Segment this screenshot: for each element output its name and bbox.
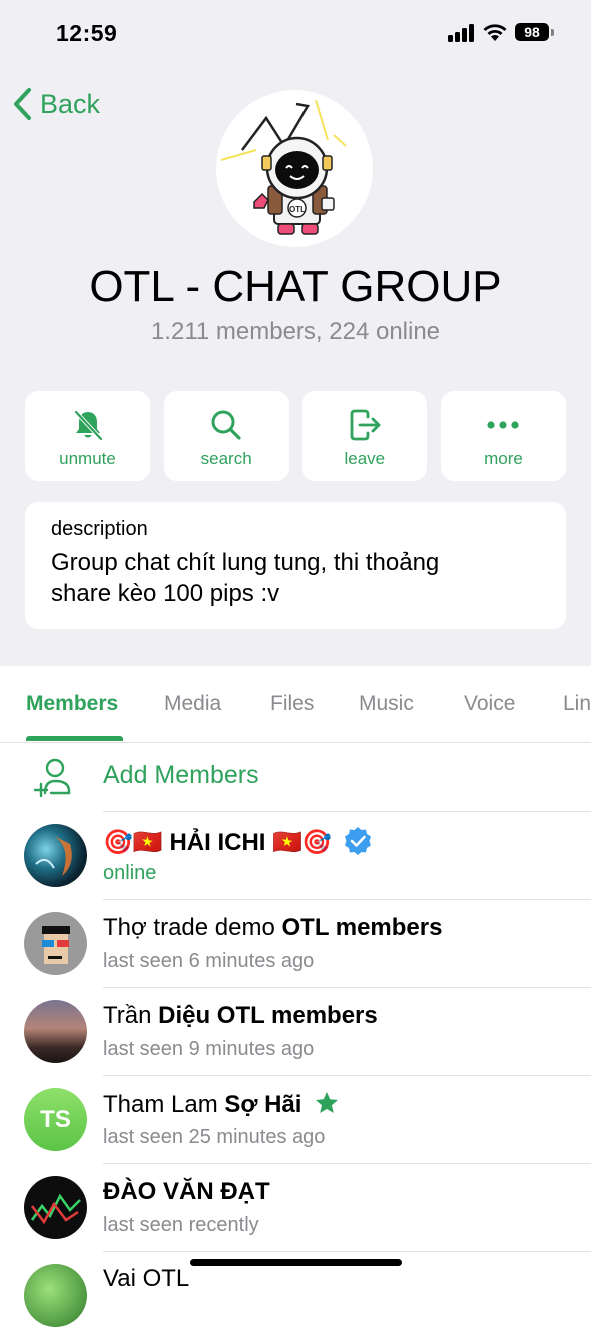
leave-button[interactable]: leave <box>302 391 428 481</box>
back-button[interactable]: Back <box>12 86 100 122</box>
leave-icon <box>350 409 381 441</box>
member-name-normal: Thợ trade demo <box>103 914 282 941</box>
cellular-signal-icon <box>448 24 476 42</box>
profile-tabs: Members Media Files Music Voice Links <box>0 666 591 743</box>
member-name: ĐÀO VĂN ĐẠT <box>103 1178 270 1206</box>
member-name: Thợ trade demo OTL members <box>103 914 442 942</box>
member-avatar <box>24 824 87 887</box>
tab-music[interactable]: Music <box>359 692 414 716</box>
add-members-button[interactable]: Add Members <box>0 743 591 811</box>
member-name-suffix: 🇻🇳🎯 <box>265 829 332 856</box>
leave-label: leave <box>344 449 386 468</box>
battery-icon: 98 <box>515 23 549 41</box>
back-label: Back <box>40 88 101 119</box>
home-indicator <box>190 1259 402 1266</box>
member-name: Trần Diệu OTL members <box>103 1002 378 1030</box>
more-button[interactable]: more <box>440 391 566 481</box>
member-status: online <box>103 862 157 884</box>
battery-tip <box>551 29 554 36</box>
action-buttons: unmute search leave more <box>25 391 566 481</box>
member-avatar <box>24 1264 87 1327</box>
member-status: last seen 25 minutes ago <box>103 1126 326 1148</box>
tab-members[interactable]: Members <box>26 692 118 716</box>
more-label: more <box>484 449 523 468</box>
member-status: last seen recently <box>103 1214 259 1236</box>
member-row[interactable]: Trần Diệu OTL members last seen 9 minute… <box>0 988 591 1076</box>
member-name-bold: Diệu OTL members <box>158 1002 378 1029</box>
group-title: OTL - CHAT GROUP <box>89 262 502 311</box>
add-user-icon <box>33 758 71 798</box>
mascot-badge-text: OTL <box>289 205 305 214</box>
bell-slash-icon <box>74 410 102 441</box>
member-avatar <box>24 1176 87 1239</box>
description-line-2: share kèo 100 pips :v <box>51 580 280 607</box>
status-time: 12:59 <box>56 20 118 46</box>
description-label: description <box>51 518 148 540</box>
active-tab-indicator <box>26 736 123 741</box>
member-name: Tham Lam Sợ Hãi <box>103 1090 340 1119</box>
member-name-prefix: 🎯🇻🇳 <box>103 829 170 856</box>
member-avatar: TS <box>24 1088 87 1151</box>
member-avatar <box>24 912 87 975</box>
add-members-label: Add Members <box>103 761 259 789</box>
verified-badge-icon <box>344 827 371 855</box>
unmute-label: unmute <box>59 449 116 468</box>
tab-links[interactable]: Links <box>563 692 591 716</box>
member-status: last seen 6 minutes ago <box>103 950 315 972</box>
more-icon <box>487 421 520 429</box>
member-avatar <box>24 1000 87 1063</box>
member-name-bold: HẢI ICHI <box>169 829 266 856</box>
member-name-bold: OTL members <box>281 914 443 941</box>
member-row[interactable]: TS Tham Lam Sợ Hãi last seen 25 minutes … <box>0 1076 591 1164</box>
wifi-icon <box>483 24 507 41</box>
member-name: Vai OTL <box>103 1265 190 1292</box>
member-name-normal: Trần <box>103 1002 159 1029</box>
tab-voice[interactable]: Voice <box>464 692 515 716</box>
member-name-bold: Sợ Hãi <box>224 1091 302 1118</box>
tab-files[interactable]: Files <box>270 692 314 716</box>
unmute-button[interactable]: unmute <box>25 391 150 481</box>
star-icon <box>316 1092 339 1113</box>
description-card: description Group chat chít lung tung, t… <box>25 502 566 629</box>
astronaut-mascot-icon: OTL <box>220 99 347 235</box>
member-row[interactable]: 🎯🇻🇳 HẢI ICHI 🇻🇳🎯 online <box>0 812 591 900</box>
description-text[interactable]: Group chat chít lung tung, thi thoảng sh… <box>51 547 540 609</box>
group-avatar[interactable]: OTL <box>216 90 373 247</box>
group-member-count: 1.211 members, 224 online <box>150 318 441 345</box>
chevron-left-icon <box>14 88 31 120</box>
search-label: search <box>200 449 252 468</box>
description-line-1: Group chat chít lung tung, thi thoảng <box>51 549 440 576</box>
search-icon <box>211 410 241 440</box>
member-row[interactable]: Thợ trade demo OTL members last seen 6 m… <box>0 900 591 988</box>
member-name-bold: ĐÀO VĂN ĐẠT <box>103 1178 270 1205</box>
member-row[interactable]: ĐÀO VĂN ĐẠT last seen recently <box>0 1164 591 1252</box>
tab-media[interactable]: Media <box>164 692 221 716</box>
member-name: 🎯🇻🇳 HẢI ICHI 🇻🇳🎯 <box>103 826 373 857</box>
search-button[interactable]: search <box>163 391 289 481</box>
member-name-normal: Tham Lam <box>103 1091 225 1118</box>
member-status: last seen 9 minutes ago <box>103 1038 315 1060</box>
